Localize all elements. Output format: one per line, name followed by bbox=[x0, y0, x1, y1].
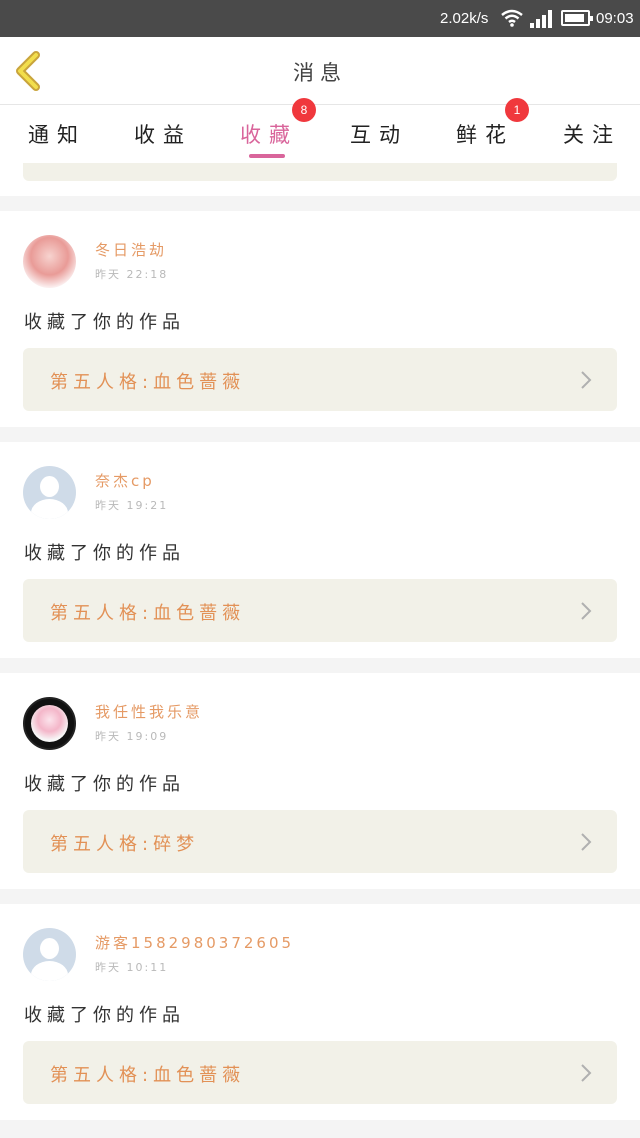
wifi-icon bbox=[501, 9, 523, 27]
work-link[interactable]: 第五人格:血色蔷薇 bbox=[23, 348, 617, 411]
tab-flowers[interactable]: 鲜花 bbox=[456, 119, 514, 149]
message-card: 冬日浩劫 昨天 22:18 收藏了你的作品 第五人格:血色蔷薇 bbox=[0, 211, 640, 427]
work-title: 第五人格:碎梦 bbox=[50, 834, 200, 855]
action-text: 收藏了你的作品 bbox=[24, 1005, 185, 1026]
status-time: 09:03 bbox=[596, 10, 634, 27]
action-text: 收藏了你的作品 bbox=[24, 774, 185, 795]
work-link[interactable]: 第五人格:血色蔷薇 bbox=[23, 1041, 617, 1104]
work-title: 第五人格:血色蔷薇 bbox=[50, 1065, 246, 1086]
avatar[interactable] bbox=[23, 697, 76, 750]
timestamp: 昨天 10:11 bbox=[95, 961, 169, 974]
action-text: 收藏了你的作品 bbox=[24, 543, 185, 564]
chevron-right-icon bbox=[581, 1064, 592, 1082]
username[interactable]: 冬日浩劫 bbox=[95, 239, 167, 260]
flowers-badge: 1 bbox=[505, 98, 529, 122]
tab-follows[interactable]: 关注 bbox=[563, 119, 621, 149]
avatar[interactable] bbox=[23, 235, 76, 288]
work-link[interactable]: 第五人格:血色蔷薇 bbox=[23, 579, 617, 642]
timestamp: 昨天 22:18 bbox=[95, 268, 169, 281]
page-title: 消息 bbox=[293, 61, 347, 85]
tab-bar: 通知 收益 收藏 8 互动 鲜花 1 关注 bbox=[0, 98, 640, 163]
username[interactable]: 游客1582980372605 bbox=[95, 932, 294, 953]
work-title: 第五人格:血色蔷薇 bbox=[50, 372, 246, 393]
tab-notifications[interactable]: 通知 bbox=[28, 119, 86, 149]
work-title: 第五人格:血色蔷薇 bbox=[50, 603, 246, 624]
username[interactable]: 我任性我乐意 bbox=[95, 701, 203, 722]
tab-favorites[interactable]: 收藏 bbox=[240, 119, 298, 149]
chevron-right-icon bbox=[581, 833, 592, 851]
action-text: 收藏了你的作品 bbox=[24, 312, 185, 333]
tab-interactions[interactable]: 互动 bbox=[350, 119, 408, 149]
message-card: 游客1582980372605 昨天 10:11 收藏了你的作品 第五人格:血色… bbox=[0, 904, 640, 1120]
timestamp: 昨天 19:21 bbox=[95, 499, 169, 512]
status-bar: 2.02k/s 09:03 bbox=[0, 0, 640, 37]
message-card: 奈杰cp 昨天 19:21 收藏了你的作品 第五人格:血色蔷薇 bbox=[0, 442, 640, 658]
top-bar: 消息 bbox=[0, 37, 640, 105]
chevron-right-icon bbox=[581, 602, 592, 620]
active-tab-indicator bbox=[249, 154, 285, 158]
work-link[interactable]: 第五人格:碎梦 bbox=[23, 810, 617, 873]
tab-earnings[interactable]: 收益 bbox=[134, 119, 192, 149]
network-speed: 2.02k/s bbox=[440, 10, 489, 27]
avatar[interactable] bbox=[23, 928, 76, 981]
signal-icon bbox=[530, 10, 554, 28]
favorites-badge: 8 bbox=[292, 98, 316, 122]
chevron-right-icon bbox=[581, 371, 592, 389]
timestamp: 昨天 19:09 bbox=[95, 730, 169, 743]
battery-icon bbox=[561, 10, 593, 26]
avatar[interactable] bbox=[23, 466, 76, 519]
message-card: 我任性我乐意 昨天 19:09 收藏了你的作品 第五人格:碎梦 bbox=[0, 673, 640, 889]
previous-card-remnant bbox=[0, 163, 640, 196]
username[interactable]: 奈杰cp bbox=[95, 470, 155, 491]
